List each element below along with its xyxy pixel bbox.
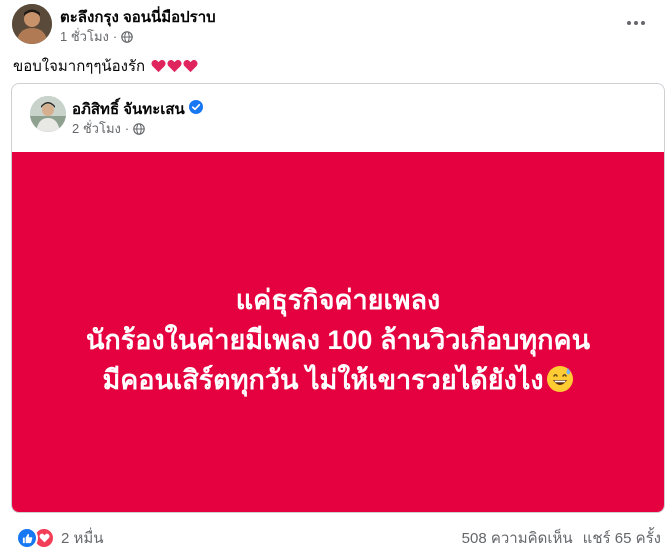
engagement-stats: 508 ความคิดเห็น แชร์ 65 ครั้ง — [462, 526, 661, 550]
heart-emoji — [167, 59, 182, 73]
text-image-panel[interactable]: แค่ธุรกิจค่ายเพลง นักร้องในค่ายมีเพลง 10… — [12, 152, 664, 512]
post-meta: 1 ชั่วโมง · — [60, 26, 134, 47]
heart-emoji — [183, 59, 198, 73]
globe-icon — [133, 122, 146, 135]
shared-post-meta: 2 ชั่วโมง · — [72, 118, 146, 139]
meta-separator: · — [112, 29, 118, 44]
image-text-line-1: แค่ธุรกิจค่ายเพลง — [235, 285, 441, 315]
heart-emoji — [151, 59, 166, 73]
image-text-line-3: มีคอนเสิร์ตทุกวัน ไม่ให้เขารวยได้ยังไง — [102, 365, 544, 395]
author-avatar[interactable] — [12, 4, 52, 44]
shared-post-card[interactable]: อภิสิทธิ์ จันทะเสน 2 ชั่วโมง · แค่ธุรกิจ… — [11, 83, 665, 513]
post-time[interactable]: 1 ชั่วโมง — [60, 26, 109, 47]
reaction-summary[interactable]: 2 หมื่น — [16, 526, 104, 550]
meta-separator: · — [124, 121, 130, 136]
share-count[interactable]: แชร์ 65 ครั้ง — [583, 526, 661, 550]
shared-post-time[interactable]: 2 ชั่วโมง — [72, 118, 121, 139]
image-text-line-2: นักร้องในค่ายมีเพลง 100 ล้านวิวเกือบทุกค… — [85, 325, 591, 355]
caption-text: ขอบใจมากๆๆน้องรัก — [13, 58, 146, 75]
image-text: แค่ธุรกิจค่ายเพลง นักร้องในค่ายมีเพลง 10… — [12, 280, 664, 404]
post-caption: ขอบใจมากๆๆน้องรัก — [13, 54, 198, 78]
comment-count[interactable]: 508 ความคิดเห็น — [462, 526, 573, 550]
verified-badge-icon — [188, 100, 203, 118]
caption-hearts — [151, 59, 198, 73]
reaction-count: 2 หมื่น — [61, 530, 104, 547]
globe-icon — [121, 30, 134, 43]
more-options-icon[interactable] — [620, 12, 652, 34]
grinning-sweat-emoji — [546, 364, 574, 404]
image-text-line-3-row: มีคอนเสิร์ตทุกวัน ไม่ให้เขารวยได้ยังไง — [12, 360, 664, 404]
like-reaction-icon — [16, 527, 38, 549]
shared-author-avatar[interactable] — [30, 96, 66, 132]
